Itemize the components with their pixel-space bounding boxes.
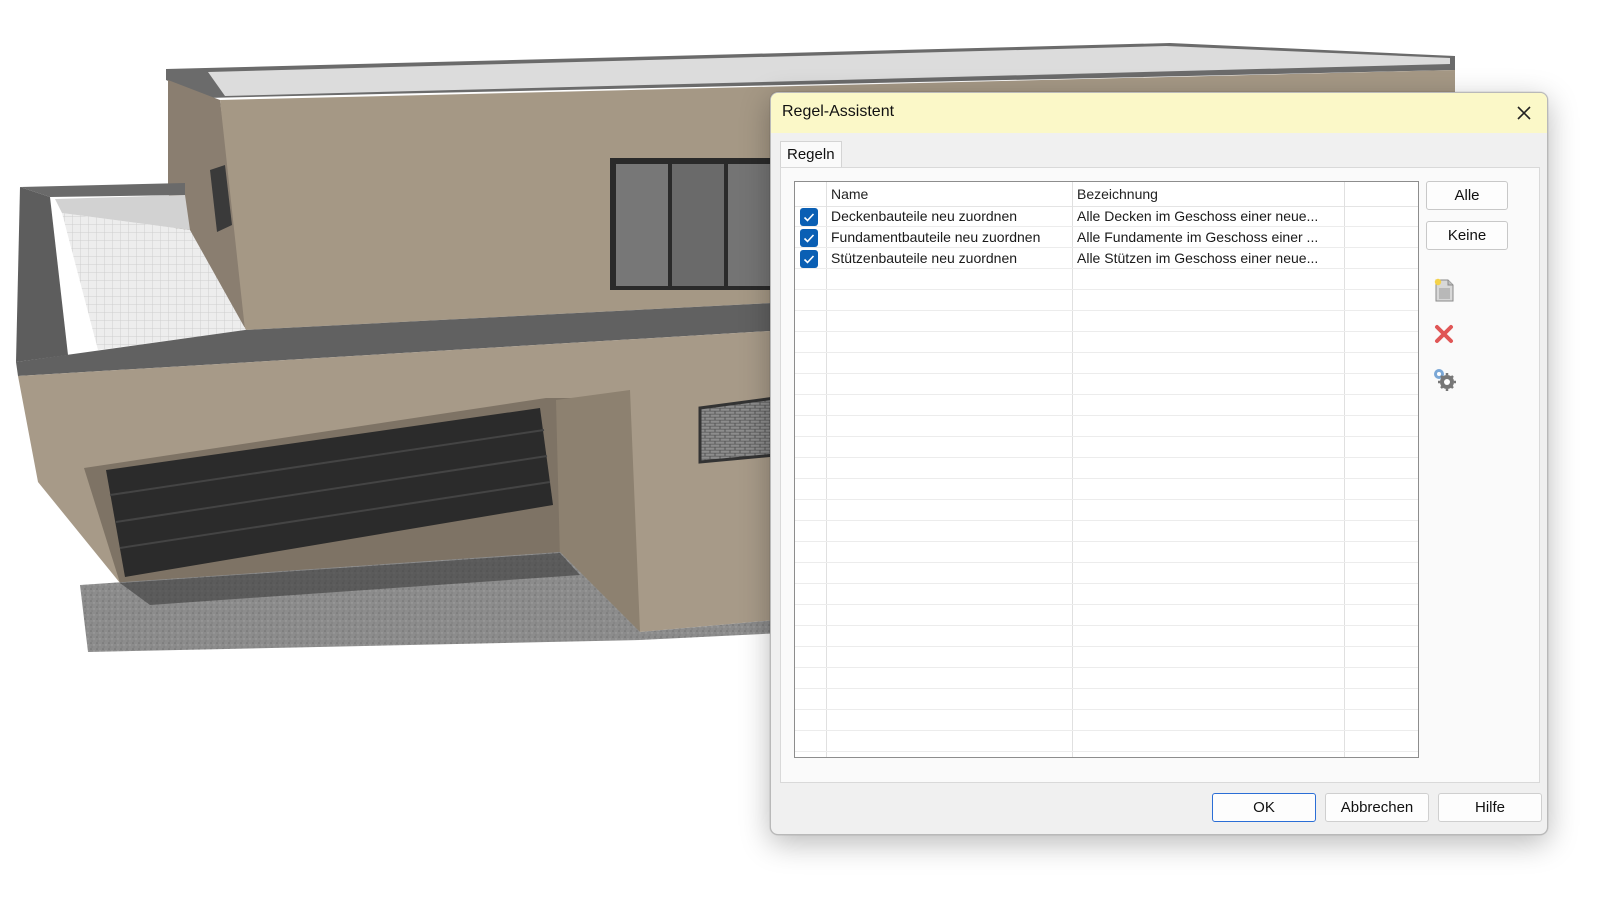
grid-row-divider bbox=[795, 394, 1418, 395]
grid-row-divider bbox=[795, 688, 1418, 689]
checkmark-icon bbox=[803, 255, 815, 264]
dialog-titlebar[interactable]: Regel-Assistent bbox=[771, 93, 1547, 133]
close-icon bbox=[1517, 106, 1531, 120]
grid-row-divider bbox=[795, 541, 1418, 542]
dialog-title: Regel-Assistent bbox=[782, 103, 895, 120]
grid-row-divider bbox=[795, 751, 1418, 752]
grid-row-divider bbox=[795, 520, 1418, 521]
help-button[interactable]: Hilfe bbox=[1438, 793, 1542, 822]
table-row[interactable]: Stützenbauteile neu zuordnen Alle Stütze… bbox=[795, 248, 1418, 269]
select-none-button[interactable]: Keine bbox=[1426, 221, 1508, 250]
row-name: Fundamentbauteile neu zuordnen bbox=[831, 229, 1041, 245]
delete-rule-button[interactable] bbox=[1428, 318, 1460, 350]
ok-button[interactable]: OK bbox=[1212, 793, 1316, 822]
row-description: Alle Stützen im Geschoss einer neue... bbox=[1077, 250, 1319, 266]
row-name: Stützenbauteile neu zuordnen bbox=[831, 250, 1018, 266]
grid-row-divider bbox=[795, 583, 1418, 584]
rule-assistant-dialog: Regel-Assistent Regeln Name Bezeichnung … bbox=[770, 92, 1548, 835]
grid-row-divider bbox=[795, 625, 1418, 626]
select-all-button[interactable]: Alle bbox=[1426, 181, 1508, 210]
tab-regeln[interactable]: Regeln bbox=[780, 141, 842, 168]
grid-row-divider bbox=[795, 709, 1418, 710]
grid-row-divider bbox=[795, 478, 1418, 479]
table-row[interactable]: Fundamentbauteile neu zuordnen Alle Fund… bbox=[795, 227, 1418, 248]
grid-row-divider bbox=[795, 499, 1418, 500]
rules-table[interactable]: Name Bezeichnung Deckenbauteile neu zuor… bbox=[794, 181, 1419, 758]
grid-row-divider bbox=[795, 436, 1418, 437]
row-checkbox[interactable] bbox=[800, 208, 818, 226]
delete-rule-icon bbox=[1435, 325, 1453, 343]
table-header: Name Bezeichnung bbox=[795, 182, 1418, 207]
lower-window bbox=[698, 396, 777, 464]
lower-parapet-top bbox=[20, 183, 185, 197]
close-button[interactable] bbox=[1501, 93, 1547, 133]
grid-row-divider bbox=[795, 457, 1418, 458]
new-rule-button[interactable] bbox=[1428, 274, 1460, 306]
grid-row-divider bbox=[795, 373, 1418, 374]
grid-row-divider bbox=[795, 331, 1418, 332]
grid-row-divider bbox=[795, 415, 1418, 416]
row-checkbox[interactable] bbox=[800, 250, 818, 268]
grid-row-divider bbox=[795, 289, 1418, 290]
grid-row-divider bbox=[795, 667, 1418, 668]
column-header-description[interactable]: Bezeichnung bbox=[1077, 182, 1158, 206]
grid-row-divider bbox=[795, 310, 1418, 311]
row-name: Deckenbauteile neu zuordnen bbox=[831, 208, 1018, 224]
checkmark-icon bbox=[803, 234, 815, 243]
grid-row-divider bbox=[795, 730, 1418, 731]
checkmark-icon bbox=[803, 213, 815, 222]
grid-row-divider bbox=[795, 604, 1418, 605]
column-header-name[interactable]: Name bbox=[831, 182, 868, 206]
grid-row-divider bbox=[795, 646, 1418, 647]
table-row[interactable]: Deckenbauteile neu zuordnen Alle Decken … bbox=[795, 206, 1418, 227]
row-description: Alle Decken im Geschoss einer neue... bbox=[1077, 208, 1319, 224]
grid-row-divider bbox=[795, 352, 1418, 353]
settings-rule-button[interactable] bbox=[1428, 363, 1460, 395]
lower-parapet-left bbox=[16, 187, 68, 362]
cancel-button[interactable]: Abbrechen bbox=[1325, 793, 1429, 822]
row-description: Alle Fundamente im Geschoss einer ... bbox=[1077, 229, 1319, 245]
new-rule-icon bbox=[1434, 278, 1454, 302]
settings-gears-icon bbox=[1434, 369, 1456, 391]
grid-row-divider bbox=[795, 562, 1418, 563]
row-checkbox[interactable] bbox=[800, 229, 818, 247]
